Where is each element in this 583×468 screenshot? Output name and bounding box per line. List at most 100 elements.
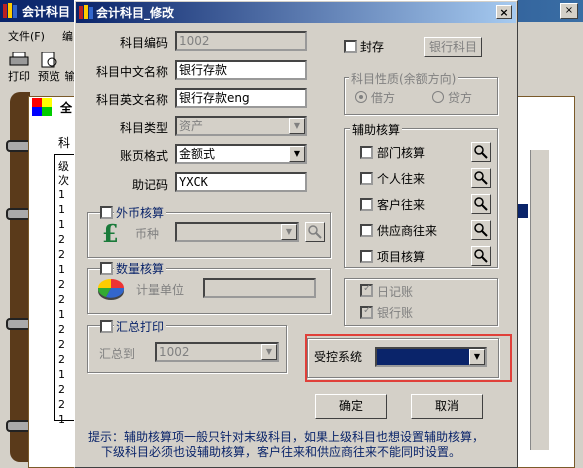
aux-item-checkbox[interactable] xyxy=(360,172,373,185)
summary-print-title: 汇总打印 xyxy=(114,318,167,335)
grid-level-cell: 2 xyxy=(58,293,65,306)
column-label: 科 xyxy=(58,136,71,150)
name-en-label: 科目英文名称 xyxy=(95,93,168,107)
hint-text: 提示：辅助核算项一般只针对末级科目，如果上级科目也想设置辅助核算， 下级科目必须… xyxy=(88,430,513,460)
bank-account-button: 银行科目 xyxy=(424,37,482,57)
print-button[interactable]: 打印 xyxy=(4,50,34,84)
background-scrollbar[interactable] xyxy=(530,150,549,450)
magnifier-icon xyxy=(474,171,488,185)
aux-item-checkbox[interactable] xyxy=(360,198,373,211)
grid-level-cell: 1 xyxy=(58,203,65,216)
quantity-checkbox[interactable] xyxy=(100,262,113,275)
seal-checkbox[interactable] xyxy=(344,40,357,53)
grid-level-cell: 1 xyxy=(58,413,65,426)
seal-label: 封存 xyxy=(360,40,385,54)
foreign-currency-checkbox[interactable] xyxy=(100,206,113,219)
code-field: 1002 xyxy=(175,31,307,51)
aux-item-checkbox[interactable] xyxy=(360,250,373,263)
daily-journal-checkbox: ✓ xyxy=(360,283,373,297)
chevron-down-icon: ▼ xyxy=(289,118,305,134)
grid-level-cell: 1 xyxy=(58,188,65,201)
background-close-button[interactable]: × xyxy=(560,3,578,19)
name-en-field[interactable]: 银行存款eng xyxy=(175,88,307,108)
name-cn-label: 科目中文名称 xyxy=(95,65,168,79)
app-books-icon xyxy=(3,3,17,18)
aux-item-search-button[interactable] xyxy=(471,194,491,214)
menu-edit[interactable]: 编 xyxy=(62,28,73,44)
summary-to-label: 汇总到 xyxy=(99,347,136,361)
aux-item-search-button[interactable] xyxy=(471,220,491,240)
credit-radio xyxy=(432,91,444,103)
aux-item-checkbox[interactable] xyxy=(360,224,373,237)
dialog-books-icon xyxy=(79,5,93,19)
grid-level-cell: 2 xyxy=(58,278,65,291)
aux-item-checkbox[interactable] xyxy=(360,146,373,159)
aux-item-search-button[interactable] xyxy=(471,168,491,188)
chevron-down-icon[interactable]: ▼ xyxy=(469,349,485,365)
magnifier-icon xyxy=(474,223,488,237)
magnifier-icon xyxy=(474,249,488,263)
type-label: 科目类型 xyxy=(119,121,168,135)
magnifier-icon xyxy=(308,225,322,239)
grid-level-cell: 2 xyxy=(58,323,65,336)
type-value: 资产 xyxy=(179,119,204,133)
dialog-close-button[interactable]: × xyxy=(496,5,512,19)
grid-level-cell: 1 xyxy=(58,218,65,231)
grid-level-cell: 2 xyxy=(58,398,65,411)
format-select[interactable]: 金额式 ▼ xyxy=(175,144,307,164)
unit-label: 计量单位 xyxy=(136,283,185,297)
currency-label: 币种 xyxy=(135,227,160,241)
aux-item-search-button[interactable] xyxy=(471,142,491,162)
grid-level-cell: 2 xyxy=(58,338,65,351)
bank-journal-label: 银行账 xyxy=(377,306,414,320)
summary-print-checkbox[interactable] xyxy=(100,320,113,333)
background-title: 会计科目 xyxy=(22,5,71,19)
aux-accounting-title: 辅助核算 xyxy=(350,121,403,138)
dialog-title: 会计科目_修改 xyxy=(96,6,175,20)
grid-level-cell: 2 xyxy=(58,353,65,366)
hint-line-2: 下级科目必须也设辅助核算，客户往来和供应商往来不能同时设置。 xyxy=(101,445,462,459)
grid-level-cell: 1 xyxy=(58,368,65,381)
bank-journal-checkbox: ✓ xyxy=(360,305,373,319)
hint-line-1: 提示：辅助核算项一般只针对末级科目，如果上级科目也想设置辅助核算， xyxy=(88,430,485,444)
credit-label: 贷方 xyxy=(448,91,473,105)
magnifier-icon xyxy=(474,197,488,211)
debit-radio xyxy=(355,91,367,103)
chevron-down-icon[interactable]: ▼ xyxy=(289,146,305,162)
grid-level-cell: 1 xyxy=(58,308,65,321)
pie-chart-icon xyxy=(97,279,125,300)
selected-row-marker xyxy=(518,204,528,218)
ok-button[interactable]: 确定 xyxy=(315,394,387,419)
summary-to-select: 1002 ▼ xyxy=(155,342,279,362)
format-label: 账页格式 xyxy=(119,149,168,163)
controlled-system-select[interactable]: ▼ xyxy=(375,347,487,367)
summary-to-value: 1002 xyxy=(159,345,190,359)
code-label: 科目编码 xyxy=(119,36,168,50)
mnemonic-label: 助记码 xyxy=(131,178,168,192)
printer-icon xyxy=(9,52,29,66)
tab-all[interactable]: 全 xyxy=(60,99,72,116)
currency-search-button[interactable] xyxy=(305,222,325,242)
preview-icon xyxy=(41,52,57,68)
quantity-title: 数量核算 xyxy=(114,260,167,277)
preview-button[interactable]: 预览 xyxy=(34,50,64,84)
grid-level-cell: 1 xyxy=(58,263,65,276)
name-cn-field[interactable]: 银行存款 xyxy=(175,60,307,80)
aux-item-search-button[interactable] xyxy=(471,246,491,266)
chevron-down-icon: ▼ xyxy=(281,224,297,240)
controlled-system-label: 受控系统 xyxy=(314,350,363,364)
unit-field xyxy=(203,278,316,298)
preview-label: 预览 xyxy=(38,70,60,83)
chevron-down-icon: ▼ xyxy=(261,344,277,360)
aux-item-label: 个人往来 xyxy=(377,172,426,186)
aux-item-label: 供应商往来 xyxy=(377,224,438,238)
mnemonic-field[interactable]: YXCK xyxy=(175,172,307,192)
magnifier-icon xyxy=(474,145,488,159)
cancel-button[interactable]: 取消 xyxy=(411,394,483,419)
currency-select: ▼ xyxy=(175,222,299,242)
type-select: 资产 ▼ xyxy=(175,116,307,136)
grid-level-cell: 2 xyxy=(58,383,65,396)
grid-header-cell: 次 xyxy=(58,174,69,187)
print-label: 打印 xyxy=(8,70,30,83)
menu-file[interactable]: 文件(F) xyxy=(8,28,45,44)
